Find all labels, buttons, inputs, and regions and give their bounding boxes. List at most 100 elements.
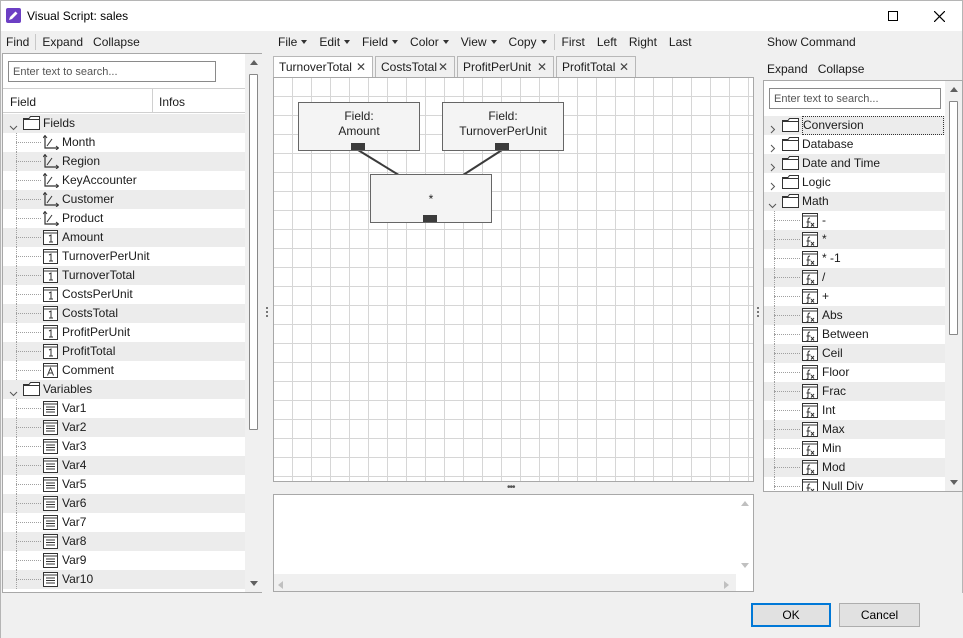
tree-item-var10[interactable]: Var10 bbox=[3, 570, 245, 589]
tree-folder-variables[interactable]: Variables bbox=[3, 380, 245, 399]
node-field-amount[interactable]: Field: Amount bbox=[298, 102, 420, 151]
tree-item-comment[interactable]: Comment bbox=[3, 361, 245, 380]
title-bar[interactable]: Visual Script: sales bbox=[1, 1, 962, 31]
close-tab-icon[interactable]: ✕ bbox=[438, 57, 448, 77]
ok-button[interactable]: OK bbox=[751, 603, 831, 627]
scroll-up-arrow-icon[interactable] bbox=[945, 81, 962, 98]
tree-item-var7[interactable]: Var7 bbox=[3, 513, 245, 532]
show-command-button[interactable]: Show Command bbox=[762, 32, 861, 52]
close-tab-icon[interactable]: ✕ bbox=[356, 57, 366, 77]
script-canvas[interactable]: Field: Amount Field: TurnoverPerUnit * bbox=[273, 77, 754, 482]
right-splitter-grip[interactable] bbox=[757, 307, 760, 319]
chevron-right-icon[interactable] bbox=[768, 121, 777, 134]
tree-item-null-div[interactable]: Null Div bbox=[764, 477, 945, 491]
menu-file[interactable]: File bbox=[272, 32, 313, 52]
tab-turnovertotal[interactable]: TurnoverTotal ✕ bbox=[273, 56, 373, 78]
menu-field[interactable]: Field bbox=[356, 32, 404, 52]
cancel-button[interactable]: Cancel bbox=[839, 603, 920, 627]
tree-item-symbol[interactable]: / bbox=[764, 268, 945, 287]
column-divider[interactable] bbox=[152, 89, 153, 112]
chevron-down-icon[interactable] bbox=[9, 385, 18, 397]
fields-search-input[interactable] bbox=[8, 61, 216, 82]
tree-item-amount[interactable]: Amount bbox=[3, 228, 245, 247]
scroll-thumb[interactable] bbox=[949, 101, 958, 335]
tree-folder-math[interactable]: Math bbox=[764, 192, 945, 211]
tree-item-turnoverperunit[interactable]: TurnoverPerUnit bbox=[3, 247, 245, 266]
commands-search-input[interactable] bbox=[769, 88, 941, 109]
tree-folder-logic[interactable]: Logic bbox=[764, 173, 945, 192]
tree-item-symbol[interactable]: + bbox=[764, 287, 945, 306]
tree-item-symbol[interactable]: - bbox=[764, 211, 945, 230]
tree-item-frac[interactable]: Frac bbox=[764, 382, 945, 401]
tree-item-int[interactable]: Int bbox=[764, 401, 945, 420]
find-button[interactable]: Find bbox=[1, 32, 34, 52]
chevron-right-icon[interactable] bbox=[768, 178, 777, 191]
tree-item-symbol[interactable]: * bbox=[764, 230, 945, 249]
collapse-button[interactable]: Collapse bbox=[88, 32, 145, 52]
expand-button[interactable]: Expand bbox=[37, 32, 88, 52]
tab-profittotal[interactable]: ProfitTotal ✕ bbox=[556, 56, 636, 77]
menu-right[interactable]: Right bbox=[623, 32, 663, 52]
tree-folder-conversion[interactable]: Conversion bbox=[764, 116, 945, 135]
tree-item-turnovertotal[interactable]: TurnoverTotal bbox=[3, 266, 245, 285]
scroll-right-arrow-icon[interactable] bbox=[724, 578, 729, 592]
column-field[interactable]: Field bbox=[10, 95, 36, 109]
output-vscrollbar[interactable] bbox=[736, 495, 753, 575]
tree-item-between[interactable]: Between bbox=[764, 325, 945, 344]
tab-profitperunit[interactable]: ProfitPerUnit ✕ bbox=[457, 56, 554, 77]
tree-item-min[interactable]: Min bbox=[764, 439, 945, 458]
close-tab-icon[interactable]: ✕ bbox=[619, 57, 629, 77]
tree-item-abs[interactable]: Abs bbox=[764, 306, 945, 325]
tree-item-costsperunit[interactable]: CostsPerUnit bbox=[3, 285, 245, 304]
tree-item-max[interactable]: Max bbox=[764, 420, 945, 439]
node-multiply[interactable]: * bbox=[370, 174, 492, 223]
output-port[interactable] bbox=[351, 143, 365, 150]
close-window-button[interactable] bbox=[916, 1, 962, 31]
tree-item-customer[interactable]: Customer bbox=[3, 190, 245, 209]
scroll-down-arrow-icon[interactable] bbox=[736, 557, 753, 574]
tree-item-var2[interactable]: Var2 bbox=[3, 418, 245, 437]
menu-view[interactable]: View bbox=[455, 32, 503, 52]
tree-item-coststotal[interactable]: CostsTotal bbox=[3, 304, 245, 323]
scroll-down-arrow-icon[interactable] bbox=[245, 575, 262, 592]
tree-item-month[interactable]: Month bbox=[3, 133, 245, 152]
chevron-down-icon[interactable] bbox=[9, 119, 18, 131]
close-tab-icon[interactable]: ✕ bbox=[537, 57, 547, 77]
tree-folder-database[interactable]: Database bbox=[764, 135, 945, 154]
tree-item-mod[interactable]: Mod bbox=[764, 458, 945, 477]
tree-item-ceil[interactable]: Ceil bbox=[764, 344, 945, 363]
node-field-turnoverperunit[interactable]: Field: TurnoverPerUnit bbox=[442, 102, 564, 151]
tree-item-profitperunit[interactable]: ProfitPerUnit bbox=[3, 323, 245, 342]
fields-scrollbar[interactable] bbox=[245, 54, 262, 592]
maximize-button[interactable] bbox=[870, 1, 916, 31]
expand-button[interactable]: Expand bbox=[762, 59, 813, 79]
chevron-down-icon[interactable] bbox=[768, 197, 777, 209]
tree-item-1[interactable]: * -1 bbox=[764, 249, 945, 268]
tree-folder-fields[interactable]: Fields bbox=[3, 114, 245, 133]
tree-item-keyaccounter[interactable]: KeyAccounter bbox=[3, 171, 245, 190]
output-port[interactable] bbox=[495, 143, 509, 150]
column-infos[interactable]: Infos bbox=[159, 95, 185, 109]
tree-item-var3[interactable]: Var3 bbox=[3, 437, 245, 456]
tree-item-var9[interactable]: Var9 bbox=[3, 551, 245, 570]
menu-color[interactable]: Color bbox=[404, 32, 455, 52]
scroll-up-arrow-icon[interactable] bbox=[245, 54, 262, 71]
tree-item-var6[interactable]: Var6 bbox=[3, 494, 245, 513]
scroll-up-arrow-icon[interactable] bbox=[736, 495, 753, 512]
menu-copy[interactable]: Copy bbox=[503, 32, 553, 52]
horizontal-splitter-grip[interactable]: ••• bbox=[507, 482, 515, 493]
tab-coststotal[interactable]: CostsTotal ✕ bbox=[375, 56, 455, 77]
scroll-left-arrow-icon[interactable] bbox=[278, 578, 283, 592]
script-output-area[interactable] bbox=[273, 494, 754, 592]
chevron-right-icon[interactable] bbox=[768, 140, 777, 153]
left-splitter-grip[interactable] bbox=[266, 307, 269, 319]
tree-item-var5[interactable]: Var5 bbox=[3, 475, 245, 494]
tree-item-var1[interactable]: Var1 bbox=[3, 399, 245, 418]
tree-folder-date-and-time[interactable]: Date and Time bbox=[764, 154, 945, 173]
tree-item-profittotal[interactable]: ProfitTotal bbox=[3, 342, 245, 361]
menu-edit[interactable]: Edit bbox=[313, 32, 356, 52]
tree-item-region[interactable]: Region bbox=[3, 152, 245, 171]
menu-left[interactable]: Left bbox=[591, 32, 623, 52]
output-port[interactable] bbox=[423, 215, 437, 222]
output-hscrollbar[interactable] bbox=[274, 574, 736, 591]
